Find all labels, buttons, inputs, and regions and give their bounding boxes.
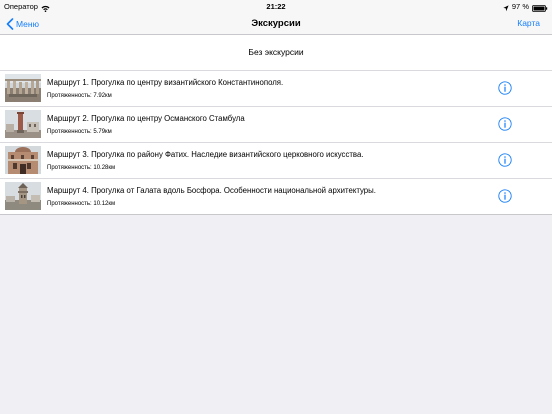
route-length: Протяженность: 10.12км: [47, 201, 116, 207]
back-button-label: Меню: [16, 18, 39, 29]
info-icon[interactable]: [498, 189, 512, 203]
info-icon[interactable]: [498, 117, 512, 131]
route-thumbnail-image: [5, 182, 41, 210]
back-button[interactable]: Меню: [6, 13, 39, 34]
route-row[interactable]: Маршрут 3. Прогулка по району Фатих. Нас…: [0, 143, 552, 179]
no-excursion-row[interactable]: Без экскурсии: [0, 35, 552, 71]
route-title: Маршрут 3. Прогулка по району Фатих. Нас…: [47, 150, 364, 159]
status-time: 21:22: [266, 2, 286, 11]
route-title: Маршрут 1. Прогулка по центру византийск…: [47, 78, 284, 87]
map-button[interactable]: Карта: [517, 13, 540, 34]
nav-bar: Меню Экскурсии Карта: [0, 13, 552, 35]
route-length: Протяженность: 5.79км: [47, 129, 112, 135]
battery-icon: [532, 3, 548, 12]
route-thumbnail-image: [5, 74, 41, 102]
battery-percent: 97 %: [511, 2, 529, 11]
route-thumbnail-image: [5, 146, 41, 174]
info-icon[interactable]: [498, 153, 512, 167]
location-arrow-icon: [503, 3, 509, 12]
route-row[interactable]: Маршрут 2. Прогулка по центру Османского…: [0, 107, 552, 143]
status-right: 97 %: [503, 0, 548, 13]
info-icon[interactable]: [498, 81, 512, 95]
page-title: Экскурсии: [251, 18, 301, 29]
status-bar: Оператор 21:22 97 %: [0, 0, 552, 13]
route-title: Маршрут 4. Прогулка от Галата вдоль Босф…: [47, 186, 376, 195]
route-thumbnail-image: [5, 110, 41, 138]
chevron-left-icon: [6, 17, 14, 30]
route-length: Протяженность: 10.28км: [47, 165, 116, 171]
route-row[interactable]: Маршрут 4. Прогулка от Галата вдоль Босф…: [0, 179, 552, 215]
route-row[interactable]: Маршрут 1. Прогулка по центру византийск…: [0, 71, 552, 107]
route-length: Протяженность: 7.92км: [47, 93, 112, 99]
excursion-list: Без экскурсии Маршрут 1. Прогулка по цен…: [0, 35, 552, 215]
route-title: Маршрут 2. Прогулка по центру Османского…: [47, 114, 245, 123]
